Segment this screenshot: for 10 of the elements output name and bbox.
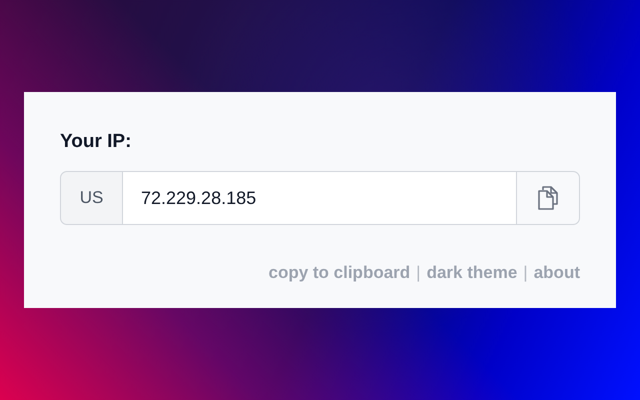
country-code: US: [60, 171, 123, 225]
separator: |: [523, 263, 528, 283]
copy-button[interactable]: [516, 171, 580, 225]
separator: |: [416, 263, 421, 283]
copy-icon: [536, 185, 560, 211]
footer-link[interactable]: about: [534, 263, 580, 283]
footer-link[interactable]: copy to clipboard: [268, 263, 410, 283]
ip-input[interactable]: 72.229.28.185: [123, 171, 516, 225]
footer-link[interactable]: dark theme: [426, 263, 518, 283]
ip-label: Your IP:: [60, 130, 132, 154]
